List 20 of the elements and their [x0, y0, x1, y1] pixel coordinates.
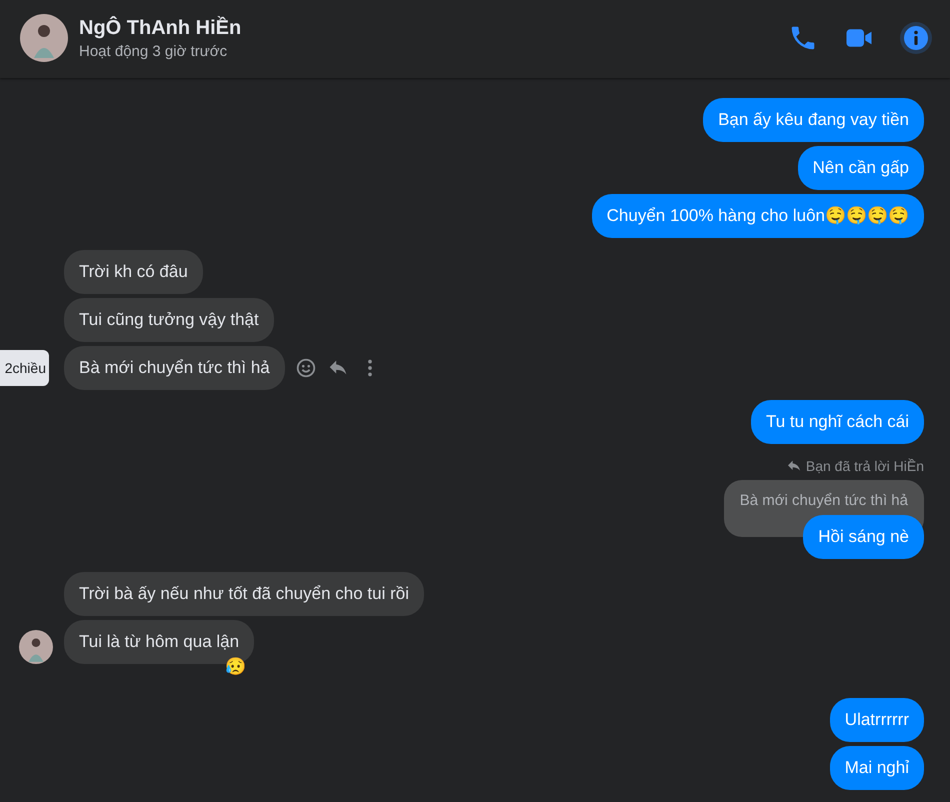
avatar-icon[interactable]: [20, 14, 68, 62]
time-tooltip: 2chiều: [0, 350, 49, 386]
message-bubble: Tui cũng tưởng vậy thật: [64, 298, 274, 342]
message-bubble: Bạn ấy kêu đang vay tiền: [703, 98, 924, 142]
reply-caption: Bạn đã trả lời HiỀn: [806, 458, 924, 474]
message-bubble: Nên cần gấp: [798, 146, 924, 190]
message-bubble: Ulatrrrrrr: [830, 698, 924, 742]
message-bubble: Tu tu nghĩ cách cái: [750, 400, 924, 444]
message-bubble: Chuyển 100% hàng cho luôn🤤🤤🤤🤤: [592, 194, 924, 238]
activity-status: Hoạt động 3 giờ trước: [79, 42, 228, 60]
reaction-emoji: 😥: [225, 656, 246, 678]
contact-name: NgÔ ThAnh HiỀn: [79, 16, 242, 40]
message-bubble: Mai nghỉ: [830, 746, 924, 790]
message-bubble: Trời kh có đâu: [64, 250, 203, 294]
smiley-icon[interactable]: [294, 357, 317, 379]
message-bubble: Hồi sáng nè: [803, 515, 924, 559]
info-icon[interactable]: [900, 22, 932, 54]
message-bubble: Trời bà ấy nếu như tốt đã chuyển cho tui rồi: [64, 572, 424, 616]
message-bubble: Bà mới chuyển tức thì hả: [64, 346, 285, 390]
avatar-icon[interactable]: [19, 630, 53, 664]
